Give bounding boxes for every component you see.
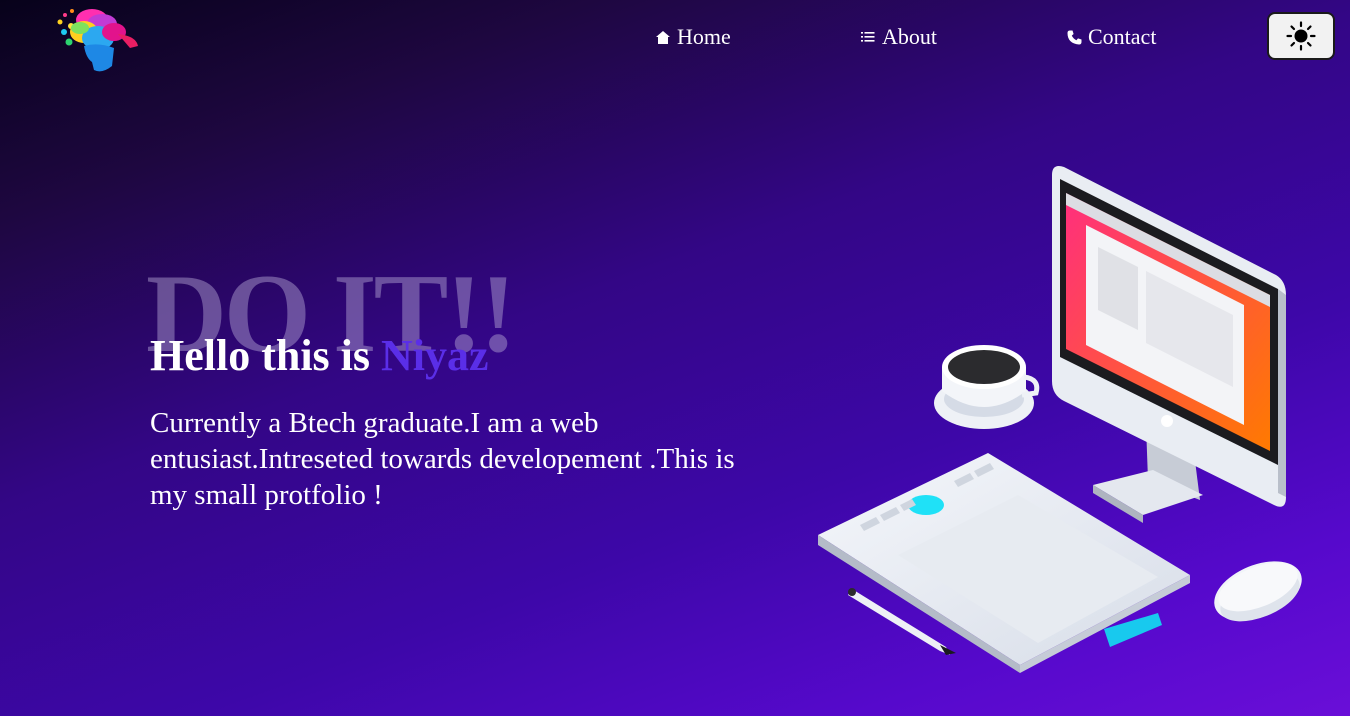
- list-icon: [860, 29, 876, 45]
- theme-toggle-button[interactable]: [1267, 12, 1335, 60]
- hero-greeting: Hello this is Niyaz: [150, 334, 489, 378]
- home-icon: [655, 29, 671, 45]
- hero-name: Niyaz: [381, 331, 489, 380]
- phone-icon: [1066, 29, 1082, 45]
- nav-link-about-label: About: [882, 24, 937, 49]
- nav-link-contact-label: Contact: [1088, 24, 1157, 49]
- workspace-illustration: [818, 166, 1302, 673]
- greeting-text: Hello this is: [150, 331, 382, 380]
- top-navbar: Home About Contact: [0, 0, 1350, 76]
- nav-link-contact[interactable]: Contact: [1066, 24, 1156, 50]
- sun-icon: [1286, 21, 1316, 51]
- nav-link-about[interactable]: About: [860, 24, 937, 50]
- nav-link-home-label: Home: [677, 24, 731, 49]
- nav-link-home[interactable]: Home: [655, 24, 731, 50]
- logo-icon[interactable]: [54, 6, 144, 78]
- hero-description: Currently a Btech graduate.I am a web en…: [150, 407, 735, 511]
